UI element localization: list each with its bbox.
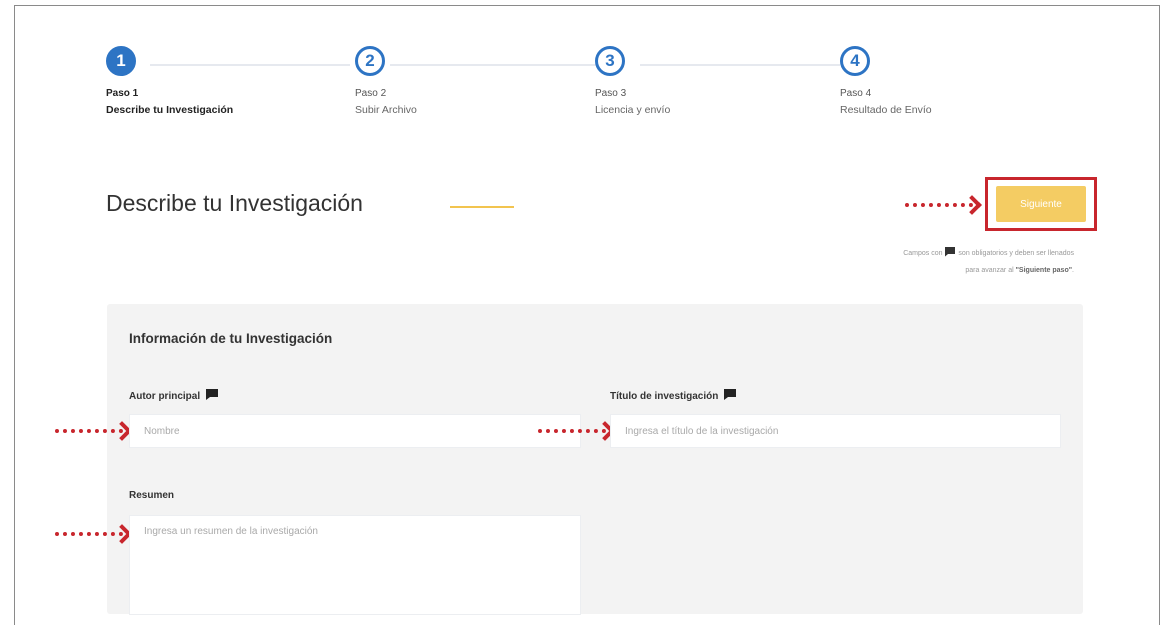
step-4-name: Resultado de Envío (840, 104, 932, 116)
title-accent-line (450, 206, 514, 208)
title-label-text: Título de investigación (610, 390, 719, 402)
required-note-line2-prefix: para avanzar al (965, 267, 1014, 274)
comment-icon (723, 388, 737, 404)
step-4-label: Paso 4 (840, 88, 872, 99)
required-note-text-end: son obligatorios y deben ser llenados (958, 250, 1074, 257)
step-2-label: Paso 2 (355, 88, 387, 99)
comment-icon (944, 246, 956, 263)
required-fields-note: Campos con son obligatorios y deben ser … (774, 246, 1074, 278)
step-3-name: Licencia y envío (595, 104, 671, 116)
step-connector (390, 64, 610, 66)
step-1-label: Paso 1 (106, 88, 139, 99)
summary-textarea[interactable] (129, 515, 581, 615)
step-1-name: Describe tu Investigación (106, 104, 234, 116)
step-4[interactable]: 4 Paso 4 Resultado de Envío (840, 46, 932, 116)
dotted-arrow-icon (55, 421, 132, 441)
step-4-circle: 4 (840, 46, 870, 76)
page-title: Describe tu Investigación (106, 190, 363, 216)
author-label-text: Autor principal (129, 390, 201, 402)
step-3-circle: 3 (595, 46, 625, 76)
step-1-circle: 1 (106, 46, 136, 76)
step-2-circle: 2 (355, 46, 385, 76)
author-label: Autor principal (129, 388, 219, 404)
step-2[interactable]: 2 Paso 2 Subir Archivo (355, 46, 417, 116)
required-note-line2-suffix: . (1072, 267, 1074, 274)
dotted-arrow-icon (55, 524, 132, 544)
step-1[interactable]: 1 Paso 1 Describe tu Investigación (106, 46, 233, 116)
title-label: Título de investigación (610, 388, 737, 404)
summary-label-text: Resumen (129, 490, 175, 501)
required-note-text-start: Campos con (903, 250, 943, 257)
step-3[interactable]: 3 Paso 3 Licencia y envío (595, 46, 670, 116)
author-input[interactable] (129, 414, 581, 448)
required-note-line2-bold: "Siguiente paso" (1015, 267, 1073, 274)
title-input[interactable] (610, 414, 1061, 448)
step-3-label: Paso 3 (595, 88, 627, 99)
dotted-arrow-icon (905, 195, 982, 215)
section-title: Información de tu Investigación (129, 331, 333, 346)
dotted-arrow-icon (538, 421, 615, 441)
step-2-name: Subir Archivo (355, 104, 417, 116)
next-button[interactable]: Siguiente (996, 186, 1086, 222)
summary-label: Resumen (129, 490, 174, 501)
comment-icon (205, 388, 219, 404)
